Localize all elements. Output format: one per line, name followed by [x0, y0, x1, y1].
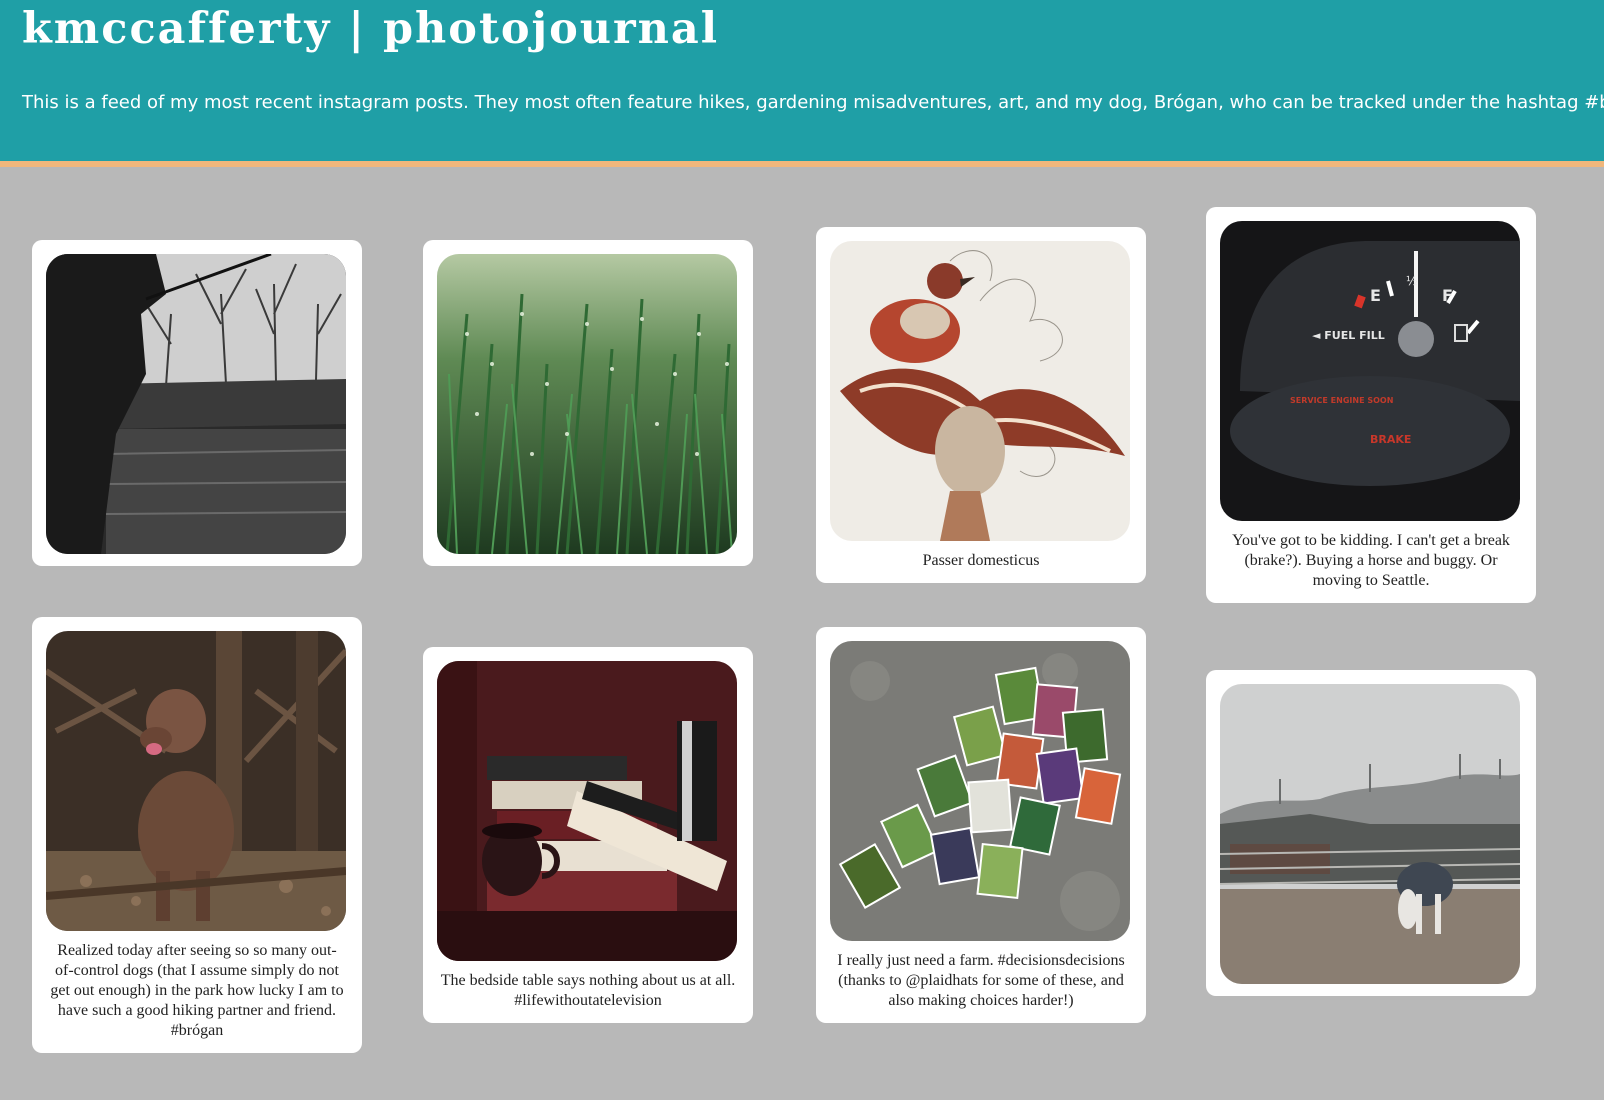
post-card[interactable]: Realized today after seeing so so many o… — [32, 617, 362, 1053]
sparrow-illustration-photo[interactable] — [830, 241, 1130, 541]
post-card[interactable] — [423, 240, 753, 566]
horse-paddock-photo[interactable] — [1220, 684, 1520, 984]
bedside-books-photo[interactable] — [437, 661, 737, 961]
post-card[interactable]: I really just need a farm. #decisionsdec… — [816, 627, 1146, 1023]
gauge-full-label: F — [1442, 286, 1453, 305]
site-header: kmccafferty | photojournal This is a fee… — [0, 0, 1604, 167]
gauge-half-label: ½ — [1406, 274, 1418, 288]
dog-in-woods-photo[interactable] — [46, 631, 346, 931]
post-card[interactable]: The bedside table says nothing about us … — [423, 647, 753, 1023]
post-caption: Passer domesticus — [922, 552, 1040, 569]
seed-packets-photo[interactable] — [830, 641, 1130, 941]
dewy-grass-photo[interactable] — [437, 254, 737, 554]
post-card[interactable]: Passer domesticus — [816, 227, 1146, 583]
gauge-empty-label: E — [1370, 286, 1381, 305]
fuel-gauge-dashboard-photo[interactable]: E ½ F ◄ FUEL FILL SERVICE ENGINE SOON BR… — [1220, 221, 1520, 521]
post-caption: The bedside table says nothing about us … — [440, 972, 736, 1009]
post-card[interactable]: E ½ F ◄ FUEL FILL SERVICE ENGINE SOON BR… — [1206, 207, 1536, 603]
post-caption: You've got to be kidding. I can't get a … — [1232, 532, 1510, 589]
post-caption: Realized today after seeing so so many o… — [50, 942, 344, 1039]
site-description: This is a feed of my most recent instagr… — [22, 92, 1604, 113]
post-caption: I really just need a farm. #decisionsdec… — [837, 952, 1125, 1009]
post-card[interactable] — [32, 240, 362, 566]
fishing-silhouette-photo[interactable] — [46, 254, 346, 554]
post-card[interactable] — [1206, 670, 1536, 996]
service-engine-warning: SERVICE ENGINE SOON — [1290, 396, 1393, 405]
gauge-fuel-fill-label: ◄ FUEL FILL — [1312, 329, 1385, 342]
site-title[interactable]: kmccafferty | photojournal — [22, 4, 719, 54]
brake-warning: BRAKE — [1370, 433, 1411, 446]
